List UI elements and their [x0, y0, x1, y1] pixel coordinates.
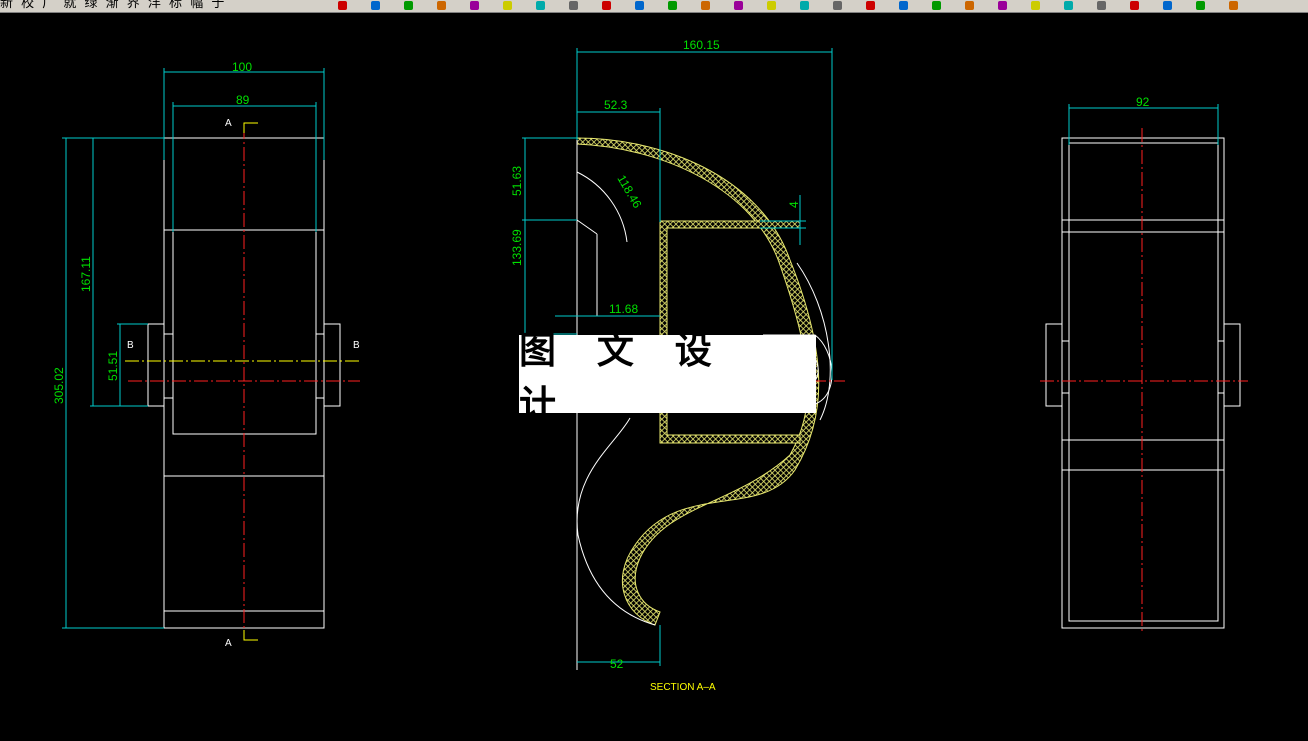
dim-icon[interactable] [734, 1, 743, 10]
front-hub-left [147, 323, 165, 407]
side-view [1045, 137, 1241, 629]
mirror-icon[interactable] [1130, 1, 1139, 10]
dim-mid-lower-height: 133.69 [510, 229, 524, 266]
circle-icon[interactable] [437, 1, 446, 10]
dim-left-width: 100 [232, 60, 252, 74]
front-dimension-text: 100 89 305.02 167.11 51.51 [52, 60, 252, 404]
dim-mid-small: 11.68 [609, 302, 638, 316]
line-icon[interactable] [404, 1, 413, 10]
text-icon[interactable] [668, 1, 677, 10]
redo-icon[interactable] [1031, 1, 1040, 10]
color-icon[interactable] [1064, 1, 1073, 10]
dim-mid-bottom: 52 [610, 657, 624, 671]
side-centerlines [1040, 128, 1248, 634]
label-a-bottom: A [225, 638, 232, 649]
snap-icon[interactable] [635, 1, 644, 10]
label-a-top: A [225, 118, 232, 129]
arc-icon[interactable] [899, 1, 908, 10]
pen-icon[interactable] [338, 1, 347, 10]
dim-mid-width: 160.15 [683, 38, 720, 52]
zoom-icon[interactable] [569, 1, 578, 10]
offset-icon[interactable] [1163, 1, 1172, 10]
layer-icon[interactable] [470, 1, 479, 10]
hatch-icon[interactable] [701, 1, 710, 10]
section-title: SECTION A–A [650, 682, 716, 693]
front-centerlines [128, 125, 360, 640]
properties-icon[interactable] [767, 1, 776, 10]
dim-mid-radius: 118.46 [614, 173, 644, 211]
close-icon[interactable] [1229, 1, 1238, 10]
arrow-icon[interactable] [371, 1, 380, 10]
dim-left-hub-height: 51.51 [106, 351, 120, 381]
side-hub-left [1045, 323, 1063, 407]
pan-icon[interactable] [602, 1, 611, 10]
table-icon[interactable] [800, 1, 809, 10]
select-icon[interactable] [1097, 1, 1106, 10]
front-dimensions [62, 68, 325, 629]
dim-mid-thickness: 4 [787, 201, 801, 208]
label-b-left: B [127, 340, 134, 351]
menu-bar[interactable]: 新 校 广 就 绿 渐 界 洋 标 幅 于 [0, 0, 226, 10]
side-hub-right [1223, 323, 1241, 407]
dim-right-width: 92 [1136, 95, 1150, 109]
help-icon[interactable] [932, 1, 941, 10]
minus-icon[interactable] [866, 1, 875, 10]
grid-icon[interactable] [536, 1, 545, 10]
front-hub-right [323, 323, 341, 407]
print-icon[interactable] [965, 1, 974, 10]
dim-mid-upper-width: 52.3 [604, 98, 628, 112]
plus-icon[interactable] [833, 1, 842, 10]
dim-mid-top-height: 51.63 [510, 166, 524, 196]
paint-icon[interactable] [503, 1, 512, 10]
dim-left-upper-height: 167.11 [79, 256, 93, 292]
dim-left-total-height: 305.02 [52, 367, 66, 404]
watermark: 图 文 设 计 [519, 328, 816, 426]
undo-icon[interactable] [998, 1, 1007, 10]
trim-icon[interactable] [1196, 1, 1205, 10]
dim-left-inner-width: 89 [236, 93, 250, 107]
side-outer-body [1061, 137, 1225, 629]
label-b-right: B [353, 340, 360, 351]
side-dimensions [1068, 104, 1219, 145]
